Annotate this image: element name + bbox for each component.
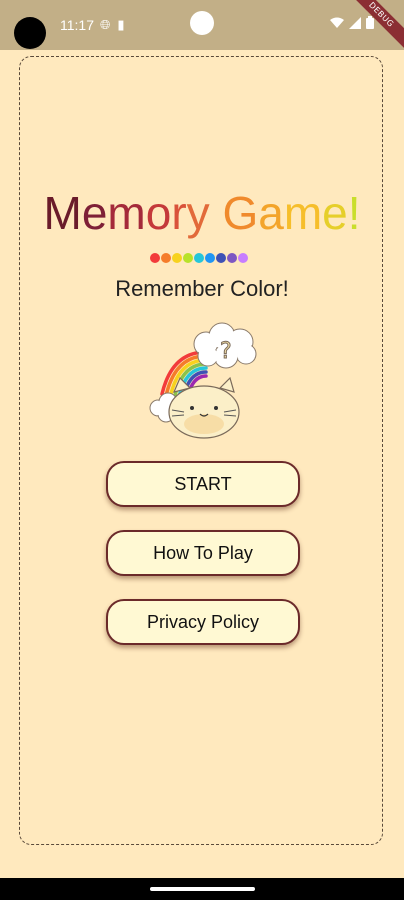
title-letter: o [145, 187, 172, 239]
title-letter: y [186, 187, 210, 239]
title-letter: G [222, 187, 259, 239]
title-letter: e [322, 187, 348, 239]
privacy-policy-button[interactable]: Privacy Policy [106, 599, 300, 645]
title-letter: r [171, 187, 187, 239]
status-right-icons [330, 16, 374, 29]
wifi-icon [330, 17, 344, 28]
camera-cutout [14, 17, 46, 49]
color-dot [172, 253, 182, 263]
color-dot [227, 253, 237, 263]
color-dot [183, 253, 193, 263]
title-letter: m [283, 187, 323, 239]
color-dot [238, 253, 248, 263]
cellular-icon [349, 16, 361, 29]
status-left-icons: 🌐︎ ▮ [100, 18, 125, 32]
title-letter: M [43, 187, 82, 239]
sd-card-icon: ▮ [117, 17, 125, 32]
color-dots [150, 253, 249, 263]
title-letter: ! [347, 187, 361, 239]
cat-with-rainbow-and-question-cloud-icon: ? [149, 322, 257, 439]
start-button[interactable]: START [106, 461, 300, 507]
front-camera [190, 11, 214, 35]
navigation-bar [0, 878, 404, 900]
title-letter: m [107, 187, 146, 239]
status-bar: 11:17 🌐︎ ▮ DEBUG [0, 0, 404, 52]
home-gesture-handle[interactable] [150, 887, 255, 891]
globe-icon: 🌐︎ [100, 17, 111, 32]
color-dot [150, 253, 160, 263]
question-mark: ? [220, 339, 232, 364]
how-to-play-button[interactable]: How To Play [106, 530, 300, 576]
battery-icon [366, 16, 374, 29]
title-letter: a [258, 187, 284, 239]
title-letter: e [81, 187, 108, 239]
subtitle: Remember Color! [115, 276, 289, 301]
color-dot [194, 253, 204, 263]
game-title: Memory Game! [0, 186, 404, 240]
color-dot [205, 253, 215, 263]
color-dot [216, 253, 226, 263]
color-dot [161, 253, 171, 263]
title-letter [210, 186, 223, 240]
status-time: 11:17 [60, 17, 94, 33]
dashed-frame [19, 56, 383, 845]
